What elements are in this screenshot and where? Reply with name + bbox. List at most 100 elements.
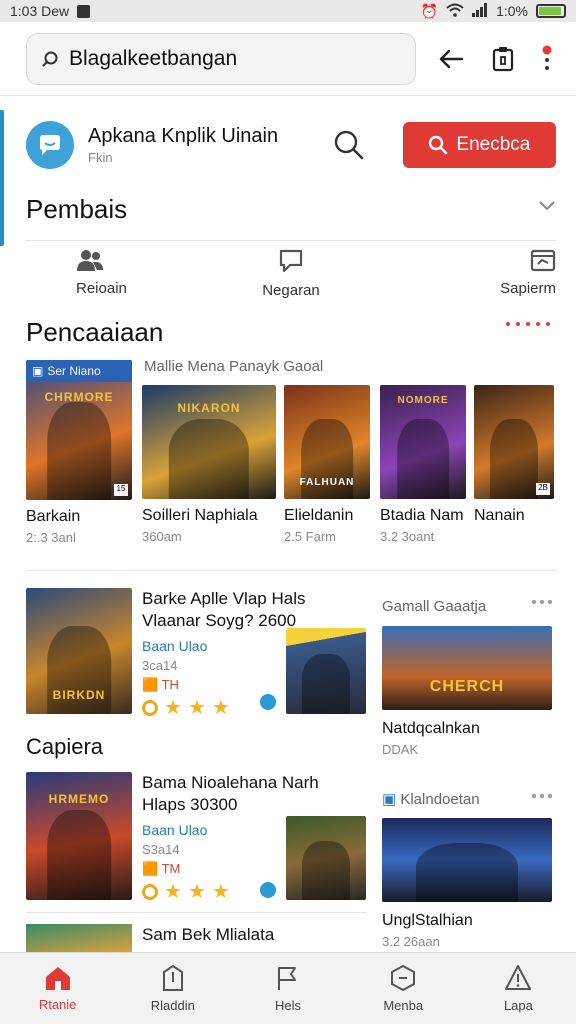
nav-rtanie[interactable]: Rtanie xyxy=(0,953,115,1024)
game-cover[interactable] xyxy=(26,924,132,952)
game-card[interactable]: NIKARON Soilleri Naphiala 360am xyxy=(142,385,276,544)
game-logo: NOMORE xyxy=(397,395,449,406)
game-thumbnail xyxy=(286,628,366,714)
game-card[interactable]: ▣ Ser Niano CHRMORE 15 Barkain 2:.3 3anl xyxy=(26,360,132,545)
side-title: UnglStalhian xyxy=(382,912,473,929)
star-icon: ★ xyxy=(211,697,230,719)
ring-icon xyxy=(142,700,158,716)
divider xyxy=(26,240,556,241)
search-icon[interactable] xyxy=(333,129,365,161)
game-meta: 2:.3 3anl xyxy=(26,530,76,545)
tab-sapierm[interactable]: Sapierm xyxy=(406,248,556,308)
side-cover[interactable] xyxy=(382,818,552,902)
game-title: Btadia Nam xyxy=(380,507,464,524)
wifi-icon xyxy=(446,3,464,20)
tab-label: Reioain xyxy=(76,280,127,297)
nav-hels[interactable]: Hels xyxy=(230,953,345,1024)
ring-icon xyxy=(142,884,158,900)
flag-icon xyxy=(278,967,296,990)
game-card[interactable]: NOMORE Btadia Nam 3.2 3oant xyxy=(380,385,466,544)
game-thumbnail xyxy=(286,816,366,900)
side-meta: DDAK xyxy=(382,742,419,757)
bottom-nav: Rtanie Rladdin Hels Menba Lapa xyxy=(0,952,576,1024)
game-cover: ▣ Ser Niano CHRMORE 15 xyxy=(26,360,132,500)
tab-negaran[interactable]: Negaran xyxy=(216,248,366,308)
tab-label: Sapierm xyxy=(500,280,556,297)
game-meta: 3.2 3oant xyxy=(380,529,435,544)
game-cover: HRMEMO xyxy=(26,772,132,900)
star-icon: ★ xyxy=(164,697,182,719)
nav-lapa[interactable]: Lapa xyxy=(461,953,576,1024)
section-title-pembais: Pembais xyxy=(26,194,128,224)
star-icon: ★ xyxy=(211,881,230,903)
side-cover[interactable]: CHERCH xyxy=(382,626,552,710)
game-meta: 2.5 Farm xyxy=(284,529,337,544)
game-meta: 360am xyxy=(142,529,182,544)
card-title: Sam Bek Mlialata xyxy=(142,925,275,944)
list-item[interactable]: HRMEMO Bama Nioalehana Narh Hlaps 30300 … xyxy=(26,772,366,903)
game-logo: NIKARON xyxy=(177,401,241,415)
info-icon[interactable] xyxy=(260,694,276,710)
games-subheader: Mallie Mena Panayk Gaoal xyxy=(144,358,324,375)
badge-icon xyxy=(391,964,416,992)
side-meta: 3.2 26aan xyxy=(382,934,440,949)
status-time: 1:03 Dew xyxy=(10,3,70,19)
app-header: Apkana Knplik Uinain Fkin Enecbca xyxy=(26,116,556,174)
app-subtitle: Fkin xyxy=(88,150,113,165)
search-icon xyxy=(429,135,448,155)
nav-rladdin[interactable]: Rladdin xyxy=(115,953,230,1024)
search-icon xyxy=(42,51,58,67)
game-cover: NIKARON xyxy=(142,385,276,499)
card-title: Bama Nioalehana Narh Hlaps 30300 xyxy=(142,773,319,814)
game-cover: NOMORE xyxy=(380,385,466,499)
side-label: Gamall Gaaatja xyxy=(382,598,487,615)
alert-icon xyxy=(505,965,532,990)
game-cover: BIRKDN xyxy=(26,588,132,714)
home-icon xyxy=(45,967,70,990)
notification-icon xyxy=(77,4,91,18)
game-card[interactable]: FALHUAN Elieldanin 2.5 Farm xyxy=(284,385,370,544)
folder-icon xyxy=(530,249,556,272)
tab-bar: Reioain Negaran Sapierm xyxy=(26,248,556,308)
tab-label: Negaran xyxy=(262,282,320,299)
game-logo: FALHUAN xyxy=(299,477,355,488)
clipboard-icon[interactable] xyxy=(492,46,514,72)
more-vert-icon[interactable] xyxy=(542,45,552,73)
top-bar: Blagalkeetbangan xyxy=(0,22,576,96)
building-icon xyxy=(162,964,183,991)
star-icon: ★ xyxy=(187,697,206,719)
game-card[interactable]: 2B Nanain xyxy=(474,385,554,529)
battery-icon xyxy=(536,4,566,18)
battery-text: 1:0% xyxy=(496,3,528,19)
more-dots-icon[interactable] xyxy=(506,322,550,326)
signal-icon xyxy=(472,2,488,20)
info-icon[interactable] xyxy=(260,882,276,898)
more-icon[interactable] xyxy=(532,794,552,798)
tab-reioain[interactable]: Reioain xyxy=(26,248,176,308)
game-title: Soilleri Naphiala xyxy=(142,507,258,524)
game-cover: FALHUAN xyxy=(284,385,370,499)
nav-menba[interactable]: Menba xyxy=(346,953,461,1024)
back-arrow-icon[interactable] xyxy=(438,48,464,70)
more-icon[interactable] xyxy=(532,600,552,604)
star-icon: ★ xyxy=(187,881,206,903)
game-title: Elieldanin xyxy=(284,507,354,524)
alarm-icon: ⏰ xyxy=(420,2,439,19)
side-title: Natdqcalnkan xyxy=(382,720,480,737)
side-accent xyxy=(0,110,4,246)
list-item[interactable]: BIRKDN Barke Aplle Vlap Hals Vlaanar Soy… xyxy=(26,588,366,719)
app-name: Apkana Knplik Uinain xyxy=(88,125,279,147)
side-label: ▣ Klalndoetan xyxy=(382,791,480,808)
games-carousel: Mallie Mena Panayk Gaoal ▣ Ser Niano CHRM… xyxy=(26,358,556,558)
app-logo-icon[interactable] xyxy=(26,121,74,169)
people-icon xyxy=(77,250,103,271)
search-text: Blagalkeetbangan xyxy=(69,46,238,70)
chevron-down-icon[interactable] xyxy=(538,198,556,216)
section-title-capiera: Capiera xyxy=(26,734,104,759)
search-input[interactable]: Blagalkeetbangan xyxy=(26,32,416,85)
search-button[interactable]: Enecbca xyxy=(402,122,556,168)
search-button-label: Enecbca xyxy=(456,134,531,155)
game-title: Nanain xyxy=(474,507,525,524)
divider xyxy=(26,912,366,913)
chat-icon xyxy=(279,249,303,273)
